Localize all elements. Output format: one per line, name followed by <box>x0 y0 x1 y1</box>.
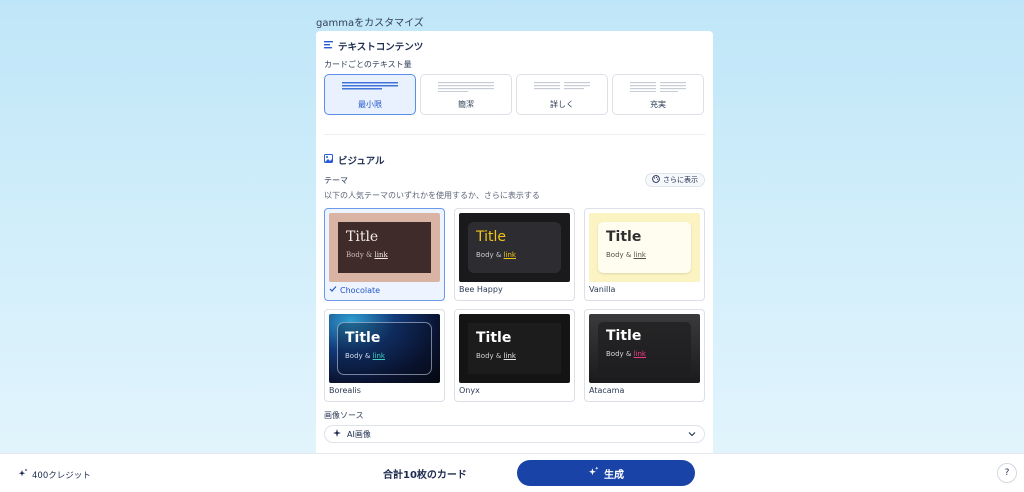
amount-option-extensive[interactable]: 充実 <box>612 74 704 115</box>
theme-preview-link: link <box>374 251 388 259</box>
theme-preview-body: Body & <box>346 251 373 259</box>
text-content-section-title: テキストコンテンツ <box>324 39 423 53</box>
theme-preview-body: Body & <box>606 350 632 358</box>
theme-preview: Title Body & link <box>329 314 440 383</box>
image-icon <box>324 154 333 166</box>
theme-preview: Title Body & link <box>589 213 700 282</box>
theme-name: Chocolate <box>329 285 380 295</box>
theme-name-label: Bee Happy <box>459 285 503 294</box>
show-more-label: さらに表示 <box>663 176 698 184</box>
text-density-detailed-icon <box>517 82 607 92</box>
text-lines-icon <box>324 40 333 52</box>
theme-card-vanilla[interactable]: Title Body & link Vanilla <box>584 208 705 301</box>
text-content-title: テキストコンテンツ <box>338 42 424 53</box>
theme-preview-body: Body & <box>476 251 502 259</box>
theme-name: Borealis <box>329 386 361 395</box>
theme-card-chocolate[interactable]: Title Body & link Chocolate <box>324 208 445 301</box>
theme-card-atacama[interactable]: Title Body & link Atacama <box>584 309 705 402</box>
card-total: 合計10枚のカード <box>383 470 467 481</box>
theme-name: Atacama <box>589 386 624 395</box>
theme-name-label: Vanilla <box>589 285 616 294</box>
theme-name: Onyx <box>459 386 480 395</box>
customize-panel: テキストコンテンツ カードごとのテキスト量 最小限 簡潔 詳しく 充実 ビジュア… <box>316 31 713 461</box>
theme-preview-link: link <box>372 352 385 360</box>
theme-preview: Title Body & link <box>589 314 700 383</box>
theme-preview-title: Title <box>346 229 379 245</box>
theme-name: Vanilla <box>589 285 615 294</box>
theme-preview-title: Title <box>606 229 642 245</box>
theme-preview-title: Title <box>606 328 642 344</box>
theme-card-borealis[interactable]: Title Body & link Borealis <box>324 309 445 402</box>
theme-description: 以下の人気テーマのいずれかを使用するか、さらに表示する <box>324 191 540 200</box>
help-button[interactable]: ? <box>997 463 1017 483</box>
theme-preview-body: Body & <box>476 352 502 360</box>
text-amount-options: 最小限 簡潔 詳しく 充実 <box>324 74 704 115</box>
theme-preview: Title Body & link <box>329 213 440 282</box>
amount-option-label: 詳しく <box>550 100 574 109</box>
theme-preview: Title Body & link <box>459 314 570 383</box>
sparkles-icon <box>588 466 599 480</box>
theme-preview-title: Title <box>476 330 512 346</box>
sparkles-icon <box>18 468 28 481</box>
amount-option-label: 最小限 <box>358 100 382 109</box>
theme-label: テーマ <box>324 176 348 185</box>
theme-grid: Title Body & link Chocolate Title Body & <box>324 208 705 402</box>
page-heading: gammaをカスタマイズ <box>316 18 424 29</box>
amount-option-detailed[interactable]: 詳しく <box>516 74 608 115</box>
theme-preview-link: link <box>503 251 516 259</box>
bottom-bar: 400クレジット 合計10枚のカード 生成 ? <box>0 453 1024 492</box>
theme-card-bee-happy[interactable]: Title Body & link Bee Happy <box>454 208 575 301</box>
theme-preview-body: Body & <box>606 251 632 259</box>
show-more-themes-button[interactable]: さらに表示 <box>645 173 705 187</box>
amount-option-minimal[interactable]: 最小限 <box>324 74 416 115</box>
theme-preview: Title Body & link <box>459 213 570 282</box>
theme-name-label: Chocolate <box>340 285 381 295</box>
theme-preview-link: link <box>633 350 646 358</box>
text-density-concise-icon <box>421 82 511 92</box>
image-source-value: AI画像 <box>347 429 371 439</box>
theme-name-label: Borealis <box>329 386 361 395</box>
theme-name-label: Atacama <box>589 386 625 395</box>
theme-name: Bee Happy <box>459 285 503 294</box>
credits-button[interactable]: 400クレジット <box>18 468 91 481</box>
chevron-down-icon <box>688 430 696 439</box>
theme-preview-title: Title <box>345 330 381 346</box>
text-amount-label: カードごとのテキスト量 <box>324 60 412 69</box>
theme-name-label: Onyx <box>459 386 480 395</box>
checkmark-icon <box>329 285 337 295</box>
amount-option-label: 充実 <box>650 100 666 109</box>
image-source-dropdown[interactable]: AI画像 <box>324 425 705 443</box>
palette-icon <box>652 175 660 185</box>
amount-option-label: 簡潔 <box>458 100 474 109</box>
text-density-extensive-icon <box>613 82 703 92</box>
credits-label: 400クレジット <box>32 470 91 481</box>
sparkle-icon <box>333 429 341 439</box>
theme-preview-link: link <box>503 352 516 360</box>
visual-title: ビジュアル <box>338 156 385 167</box>
generate-label: 生成 <box>604 469 624 481</box>
section-divider <box>324 134 705 135</box>
visual-section-title: ビジュアル <box>324 153 385 167</box>
generate-button[interactable]: 生成 <box>517 460 695 486</box>
image-source-label: 画像ソース <box>324 411 364 420</box>
theme-preview-title: Title <box>476 229 507 245</box>
theme-preview-link: link <box>633 251 646 259</box>
amount-option-concise[interactable]: 簡潔 <box>420 74 512 115</box>
theme-preview-body: Body & <box>345 352 371 360</box>
text-density-minimal-icon <box>325 82 415 90</box>
theme-card-onyx[interactable]: Title Body & link Onyx <box>454 309 575 402</box>
